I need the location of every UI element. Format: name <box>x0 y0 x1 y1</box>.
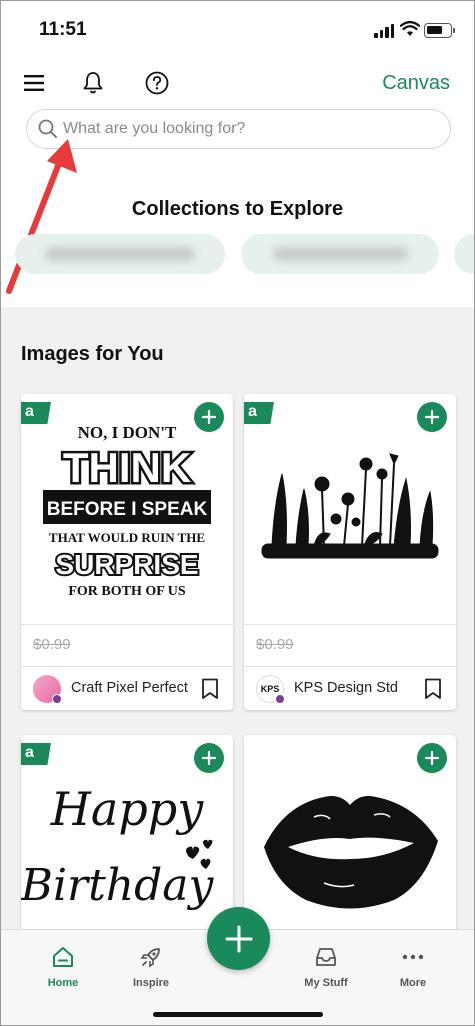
premium-ribbon: a <box>21 743 51 765</box>
nav-my-stuff-label: My Stuff <box>304 977 348 989</box>
wifi-icon <box>400 21 420 36</box>
art-line: Happy <box>50 782 204 836</box>
seller-name[interactable]: KPS Design Std <box>294 680 398 696</box>
plus-icon <box>202 410 216 424</box>
price-row: $0.99 <box>244 624 456 666</box>
search-icon <box>38 119 57 138</box>
access-a-icon: a <box>25 744 34 761</box>
canvas-link[interactable]: Canvas <box>382 72 450 95</box>
help-button[interactable] <box>139 65 175 101</box>
home-icon <box>53 947 73 967</box>
add-to-canvas-button[interactable] <box>194 402 224 432</box>
status-bar: 11:51 <box>1 1 474 59</box>
premium-ribbon: a <box>21 402 51 424</box>
art-line: NO, I DON'T <box>78 423 177 442</box>
nav-inspire[interactable]: Inspire <box>116 946 186 989</box>
images-section-title: Images for You <box>21 343 164 365</box>
add-to-canvas-button[interactable] <box>194 743 224 773</box>
nav-home-label: Home <box>47 977 79 989</box>
premium-ribbon: a <box>244 402 274 424</box>
question-circle-icon <box>145 71 169 95</box>
access-a-icon: a <box>25 403 34 420</box>
cellular-signal-icon <box>374 24 394 38</box>
plus-icon <box>225 925 252 952</box>
search-bar[interactable] <box>26 109 451 149</box>
app-screen: 11:51 Canvas What are you looking for? C… <box>0 0 475 1026</box>
nav-more[interactable]: More <box>378 946 448 989</box>
more-dots-icon <box>402 954 424 960</box>
art-line: BEFORE I SPEAK <box>47 499 208 520</box>
create-fab-button[interactable] <box>207 907 270 970</box>
seller-row[interactable]: KPS KPS Design Std <box>244 666 456 710</box>
price: $0.99 <box>33 636 71 653</box>
seller-row[interactable]: Craft Pixel Perfect <box>21 666 233 710</box>
nav-my-stuff[interactable]: My Stuff <box>291 946 361 989</box>
add-to-canvas-button[interactable] <box>417 402 447 432</box>
add-to-canvas-button[interactable] <box>417 743 447 773</box>
image-card[interactable]: NO, I DON'T THINK BEFORE I SPEAK THAT WO… <box>21 394 233 710</box>
plus-icon <box>425 751 439 765</box>
art-line: THAT WOULD RUIN THE <box>49 530 205 545</box>
bookmark-icon[interactable] <box>201 678 219 700</box>
seller-badge-icon <box>52 694 62 704</box>
collections-carousel[interactable] <box>1 234 474 274</box>
rocket-icon <box>140 948 160 968</box>
battery-icon <box>424 23 455 38</box>
collections-title: Collections to Explore <box>131 198 344 220</box>
nav-more-label: More <box>399 977 427 989</box>
collection-chip[interactable] <box>454 234 474 274</box>
price-row: $0.99 <box>21 624 233 666</box>
art-line: THINK <box>63 444 191 491</box>
art-line: SURPRISE <box>55 549 198 580</box>
menu-button[interactable] <box>16 65 52 101</box>
bookmark-icon[interactable] <box>424 678 442 700</box>
hamburger-menu-icon <box>24 75 44 91</box>
access-a-icon: a <box>248 403 257 420</box>
image-card[interactable]: a $0.99 KPS KPS Design Std <box>244 394 456 710</box>
seller-name[interactable]: Craft Pixel Perfect <box>71 680 188 696</box>
seller-badge-icon <box>275 694 285 704</box>
collection-chip[interactable] <box>15 234 225 274</box>
art-line: FOR BOTH OF US <box>68 584 186 599</box>
home-indicator <box>153 1012 323 1017</box>
bell-icon <box>83 72 103 94</box>
nav-inspire-label: Inspire <box>132 977 170 989</box>
plus-icon <box>202 751 216 765</box>
collection-chip[interactable] <box>241 234 439 274</box>
nav-home[interactable]: Home <box>28 946 98 989</box>
search-input[interactable] <box>63 120 423 138</box>
seller-avatar-text: KPS <box>260 684 280 694</box>
notifications-button[interactable] <box>75 65 111 101</box>
plus-icon <box>425 410 439 424</box>
status-time: 11:51 <box>39 19 87 40</box>
top-bar: Canvas <box>1 65 474 101</box>
price: $0.99 <box>256 636 294 653</box>
inbox-tray-icon <box>316 948 336 966</box>
art-line: Birthday <box>21 860 214 911</box>
